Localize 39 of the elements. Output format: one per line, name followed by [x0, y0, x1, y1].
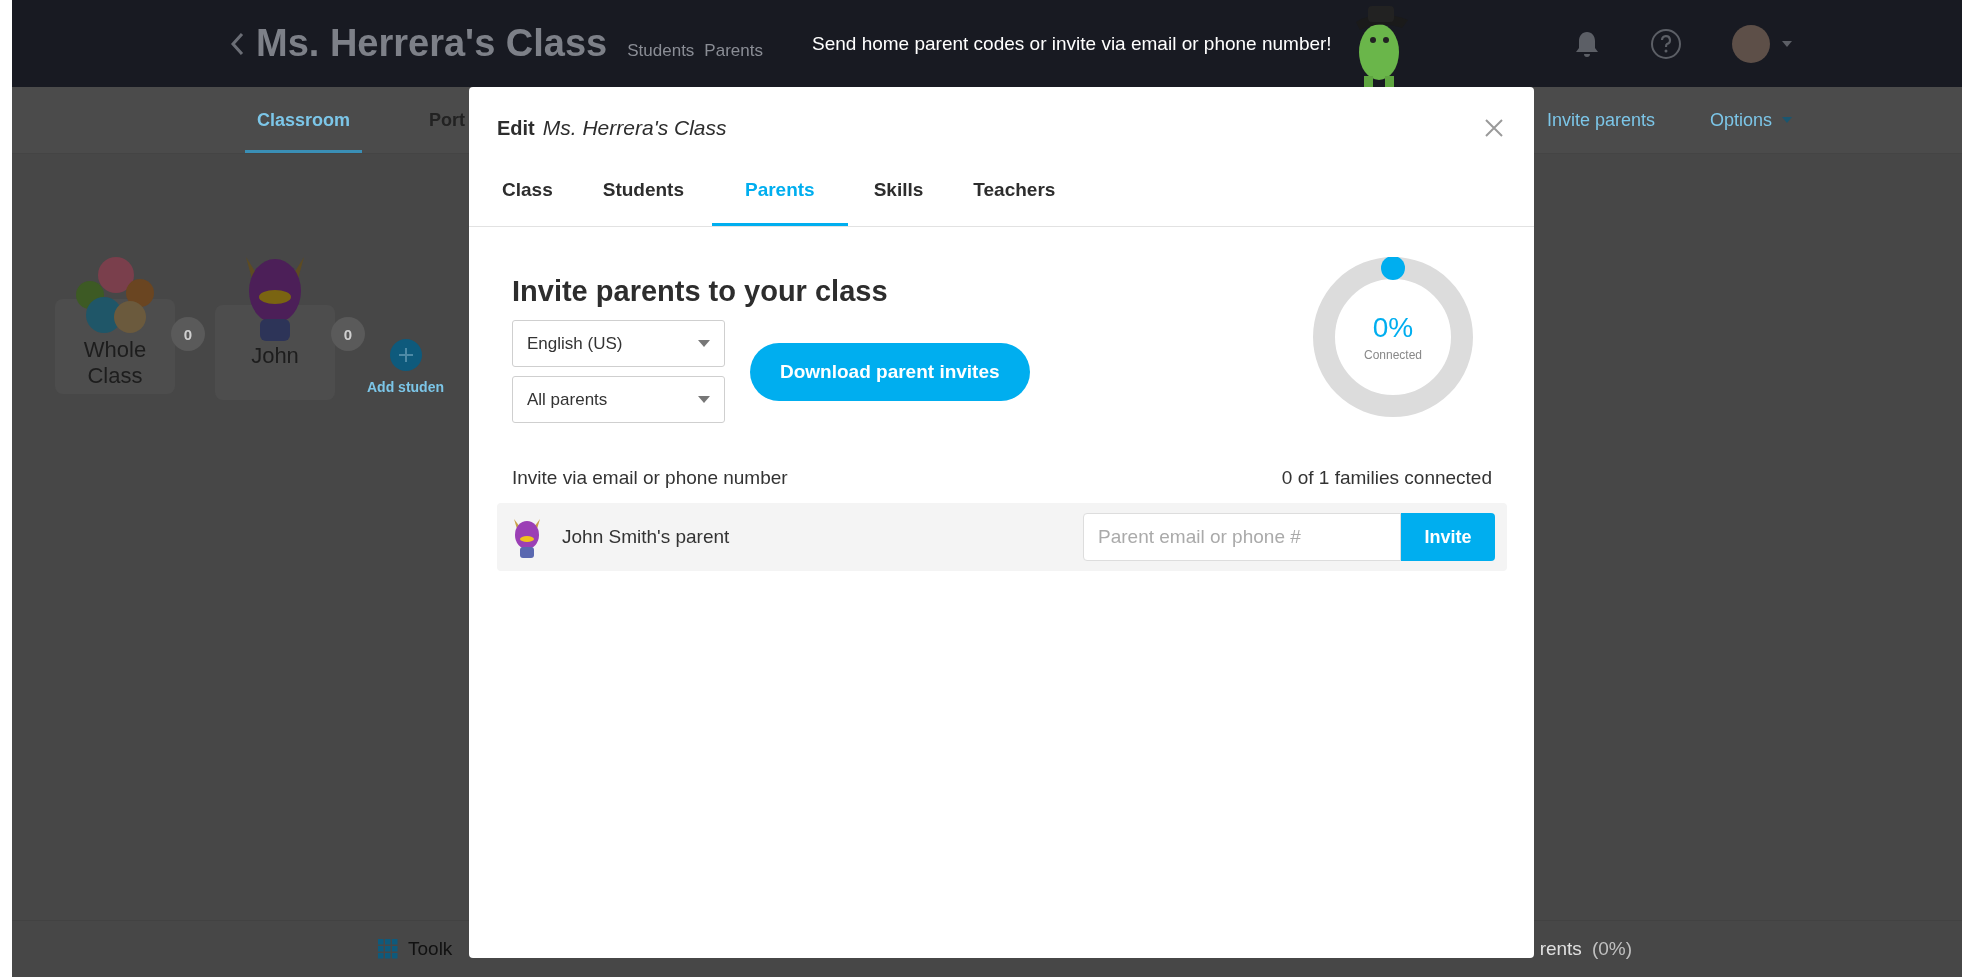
audience-dropdown[interactable]: All parents — [512, 376, 725, 423]
parent-name: John Smith's parent — [562, 526, 731, 548]
connected-caption: Connected — [1363, 348, 1422, 362]
add-icon[interactable] — [389, 339, 422, 371]
notification-bell-icon[interactable] — [1574, 29, 1600, 58]
dialog-tab[interactable]: Class — [488, 179, 567, 226]
back-chevron-icon[interactable] — [230, 31, 244, 56]
invite-instructions: Invite via email or phone number — [512, 467, 788, 489]
parents-label[interactable]: rents — [1539, 938, 1582, 960]
class-title: Ms. Herrera's Class — [256, 22, 608, 65]
breadcrumb-link[interactable]: Students — [627, 41, 695, 61]
tooltip-text: Send home parent codes or invite via email or phone number! — [812, 32, 1332, 55]
dialog-tab[interactable]: Parents — [712, 179, 848, 226]
parent-contact-field[interactable]: Parent email or phone # — [1083, 513, 1401, 561]
families-connected-status: 0 of 1 families connected — [1281, 467, 1492, 489]
invite-button[interactable]: Invite — [1401, 513, 1495, 561]
dialog-class-name: Ms. Herrera's Class — [542, 116, 727, 140]
dialog-title: Edit — [497, 117, 535, 140]
dropdown-caret-icon — [698, 340, 710, 347]
points-badge: 0 — [331, 317, 365, 351]
help-icon[interactable] — [1650, 27, 1682, 60]
parents-percent: (0%) — [1591, 938, 1632, 960]
download-invites-button[interactable]: Download parent invites — [750, 342, 1030, 401]
options-menu[interactable]: Options — [1709, 87, 1792, 153]
profile-avatar[interactable] — [1732, 24, 1770, 63]
invite-parents-link[interactable]: Invite parents — [1546, 87, 1655, 153]
caret-icon — [1782, 117, 1792, 123]
caret-icon[interactable] — [1782, 40, 1792, 47]
connected-percent: 0% — [1372, 312, 1414, 344]
points-badge: 0 — [171, 317, 205, 351]
close-icon[interactable] — [1484, 118, 1504, 138]
language-dropdown[interactable]: English (US) — [512, 320, 725, 367]
add-student-link[interactable]: Add studen — [367, 379, 444, 395]
breadcrumb-link[interactable]: Parents — [704, 41, 763, 61]
dialog-tab[interactable]: Teachers — [959, 179, 1070, 226]
dropdown-caret-icon — [698, 396, 710, 403]
section-heading: Invite parents to your class — [512, 275, 889, 308]
dialog-tab[interactable]: Skills — [859, 179, 938, 226]
dialog-tab[interactable]: Students — [588, 179, 698, 226]
